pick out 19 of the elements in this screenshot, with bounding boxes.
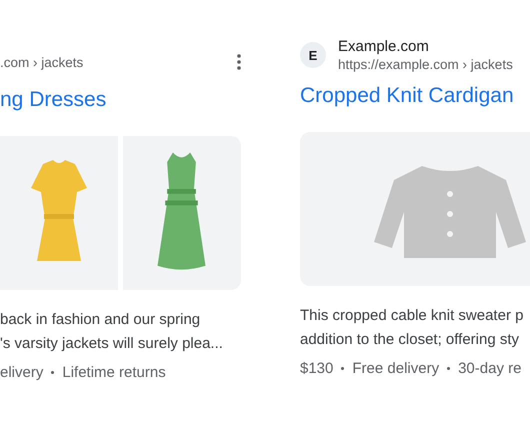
- result-detail: 30-day re: [458, 360, 522, 377]
- site-name: Example.com: [338, 38, 430, 55]
- result-detail: elivery: [0, 364, 44, 381]
- result-description: This cropped cable knit sweater p: [300, 306, 524, 326]
- result-url: https://example.com › jackets: [338, 57, 513, 72]
- result-url: .com › jackets: [0, 54, 84, 70]
- result-detail: Free delivery: [352, 360, 440, 377]
- separator-dot-icon: [447, 367, 450, 370]
- result-title[interactable]: Cropped Knit Cardigan: [300, 84, 530, 108]
- result-description: addition to the closet; offering sty: [300, 330, 520, 350]
- separator-dot-icon: [51, 371, 54, 374]
- more-options-icon[interactable]: [237, 54, 241, 70]
- result-description: 's varsity jackets will surely plea...: [0, 334, 224, 354]
- site-favicon: E: [300, 42, 326, 68]
- result-title[interactable]: ng Dresses: [0, 88, 241, 112]
- result-detail: Lifetime returns: [62, 364, 166, 381]
- result-detail: $130: [300, 360, 334, 377]
- separator-dot-icon: [341, 367, 344, 370]
- result-description: back in fashion and our spring: [0, 310, 202, 330]
